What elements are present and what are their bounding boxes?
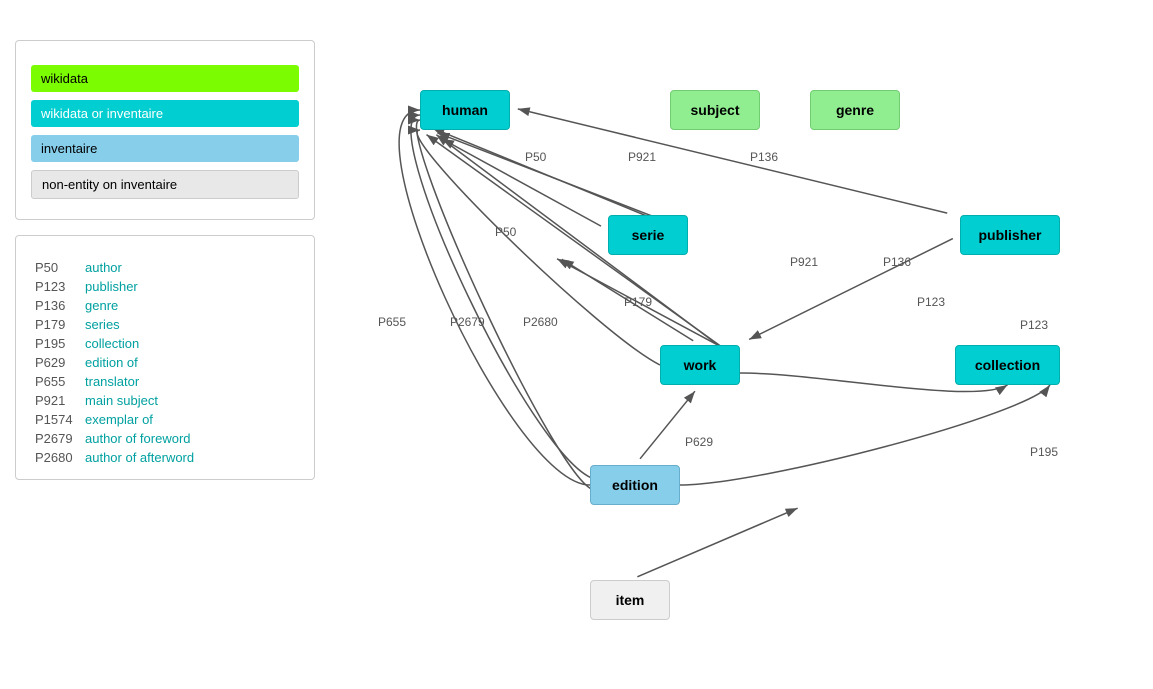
- prop-code: P136: [31, 296, 81, 315]
- legend-inventaire: inventaire: [31, 135, 299, 162]
- node-genre: genre: [810, 90, 900, 130]
- node-publisher: publisher: [960, 215, 1060, 255]
- property-row: P195collection: [31, 334, 299, 353]
- prop-label: edition of: [81, 353, 299, 372]
- node-human: human: [420, 90, 510, 130]
- label-p179: P179: [624, 295, 652, 309]
- prop-code: P921: [31, 391, 81, 410]
- prop-label: exemplar of: [81, 410, 299, 429]
- prop-label: collection: [81, 334, 299, 353]
- property-row: P123publisher: [31, 277, 299, 296]
- property-row: P921main subject: [31, 391, 299, 410]
- property-row: P50author: [31, 258, 299, 277]
- label-p195: P195: [1030, 445, 1058, 459]
- label-p50-2: P50: [495, 225, 516, 239]
- label-p2680: P2680: [523, 315, 558, 329]
- node-serie: serie: [608, 215, 688, 255]
- prop-label: author of afterword: [81, 448, 299, 467]
- label-p921-2: P921: [790, 255, 818, 269]
- legend-non-entity: non-entity on inventaire: [31, 170, 299, 199]
- node-subject: subject: [670, 90, 760, 130]
- property-row: P655translator: [31, 372, 299, 391]
- legend-wikidata: wikidata: [31, 65, 299, 92]
- prop-code: P195: [31, 334, 81, 353]
- label-p921-1: P921: [628, 150, 656, 164]
- legend-wikidata-or-inventaire: wikidata or inventaire: [31, 100, 299, 127]
- prop-label: series: [81, 315, 299, 334]
- node-item: item: [590, 580, 670, 620]
- prop-label: main subject: [81, 391, 299, 410]
- prop-code: P1574: [31, 410, 81, 429]
- property-row: P2679author of foreword: [31, 429, 299, 448]
- label-p136-2: P136: [883, 255, 911, 269]
- prop-code: P2680: [31, 448, 81, 467]
- label-p123-2: P123: [1020, 318, 1048, 332]
- prop-code: P629: [31, 353, 81, 372]
- label-p50-1: P50: [525, 150, 546, 164]
- label-p629: P629: [685, 435, 713, 449]
- property-row: P1574exemplar of: [31, 410, 299, 429]
- property-row: P179series: [31, 315, 299, 334]
- page-title: [0, 0, 1153, 30]
- left-panel: wikidata wikidata or inventaire inventai…: [0, 30, 330, 650]
- prop-code: P655: [31, 372, 81, 391]
- properties-box: P50authorP123publisherP136genreP179serie…: [15, 235, 315, 480]
- graph-area: human subject genre publisher serie work…: [330, 30, 1153, 650]
- label-p2679: P2679: [450, 315, 485, 329]
- prop-label: translator: [81, 372, 299, 391]
- node-edition: edition: [590, 465, 680, 505]
- node-collection: collection: [955, 345, 1060, 385]
- property-row: P136genre: [31, 296, 299, 315]
- prop-label: author: [81, 258, 299, 277]
- properties-table: P50authorP123publisherP136genreP179serie…: [31, 258, 299, 467]
- label-p123-1: P123: [917, 295, 945, 309]
- label-p655: P655: [378, 315, 406, 329]
- property-row: P2680author of afterword: [31, 448, 299, 467]
- label-p136-1: P136: [750, 150, 778, 164]
- property-row: P629edition of: [31, 353, 299, 372]
- node-work: work: [660, 345, 740, 385]
- prop-label: genre: [81, 296, 299, 315]
- prop-code: P179: [31, 315, 81, 334]
- prop-label: publisher: [81, 277, 299, 296]
- provenance-box: wikidata wikidata or inventaire inventai…: [15, 40, 315, 220]
- prop-code: P50: [31, 258, 81, 277]
- prop-code: P123: [31, 277, 81, 296]
- prop-code: P2679: [31, 429, 81, 448]
- prop-label: author of foreword: [81, 429, 299, 448]
